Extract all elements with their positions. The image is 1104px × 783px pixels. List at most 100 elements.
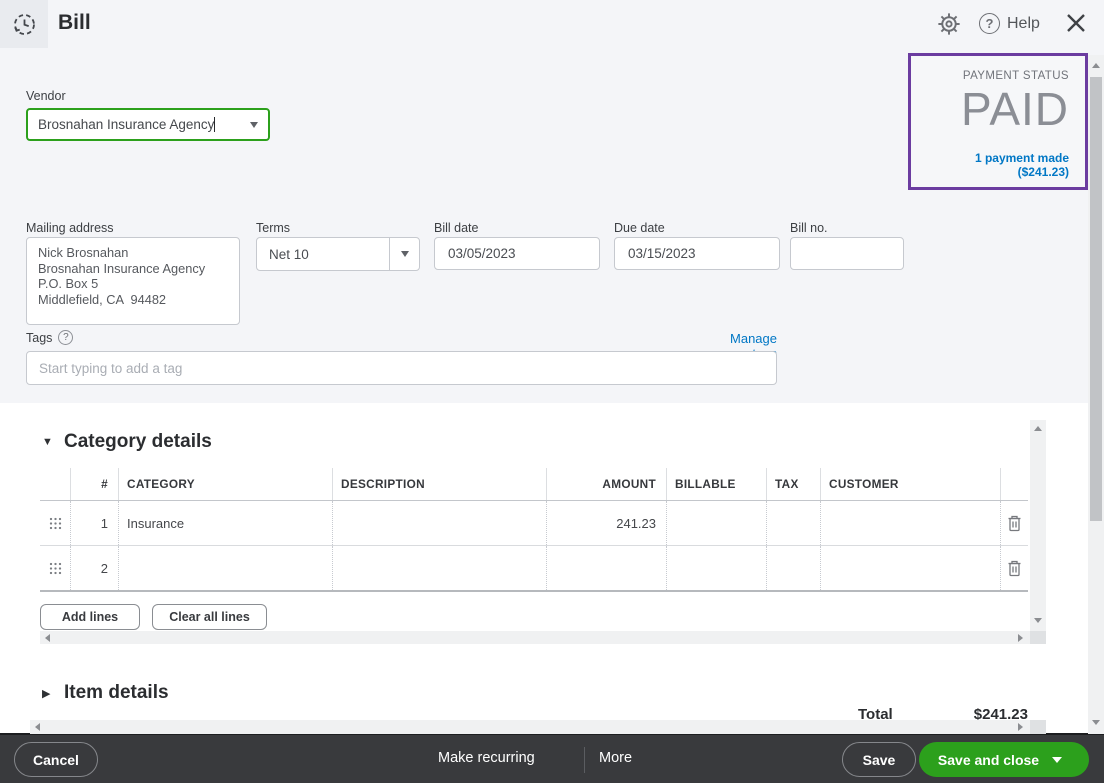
help-label: Help: [1007, 15, 1040, 33]
scroll-up-icon: [1092, 63, 1100, 68]
table-row: 1 Insurance 241.23: [40, 501, 1028, 546]
column-header-category: CATEGORY: [118, 468, 332, 500]
footer-bar: Cancel Make recurring More Save Save and…: [0, 733, 1104, 783]
amount-cell[interactable]: 241.23: [546, 501, 666, 545]
terms-label: Terms: [256, 221, 290, 235]
billable-cell[interactable]: [666, 501, 766, 545]
expand-triangle-icon[interactable]: ▶: [42, 687, 50, 700]
customer-cell[interactable]: [820, 501, 1000, 545]
chevron-down-icon: [250, 122, 258, 128]
vendor-dropdown-button[interactable]: [240, 110, 268, 139]
collapse-triangle-icon[interactable]: ▼: [42, 436, 53, 448]
vendor-input[interactable]: Brosnahan Insurance Agency: [26, 108, 270, 141]
scroll-left-icon: [35, 723, 40, 731]
save-and-close-button[interactable]: Save and close: [919, 742, 1089, 777]
category-cell[interactable]: Insurance: [118, 501, 332, 545]
cancel-button[interactable]: Cancel: [14, 742, 98, 777]
recent-transactions-button[interactable]: [0, 0, 48, 48]
add-lines-button[interactable]: Add lines: [40, 604, 140, 630]
tax-cell[interactable]: [766, 546, 820, 590]
due-date-input[interactable]: [614, 237, 780, 270]
drag-handle-icon: [49, 562, 62, 575]
terms-value: Net 10: [257, 247, 389, 262]
row-number: 1: [70, 501, 118, 545]
help-button[interactable]: ? Help: [979, 13, 1040, 34]
help-icon: ?: [979, 13, 1000, 34]
category-cell[interactable]: [118, 546, 332, 590]
item-details-title[interactable]: Item details: [64, 682, 169, 704]
save-and-close-label: Save and close: [938, 752, 1039, 768]
clear-all-lines-button[interactable]: Clear all lines: [152, 604, 267, 630]
close-icon: [1064, 11, 1088, 35]
drag-column-header: [40, 468, 70, 500]
scroll-down-icon: [1092, 720, 1100, 725]
bill-date-input[interactable]: [434, 237, 600, 270]
bill-drawer: Bill ? Help PAYMENT STATUS PAID 1 paymen…: [0, 0, 1104, 783]
close-button[interactable]: [1064, 11, 1088, 35]
scrollbar-corner: [1030, 631, 1046, 644]
scrollbar-corner: [1030, 720, 1046, 734]
page-title: Bill: [58, 11, 91, 35]
delete-row-button[interactable]: [1000, 546, 1028, 590]
settings-button[interactable]: [936, 11, 962, 37]
scroll-down-icon: [1034, 618, 1042, 623]
column-header-tax: TAX: [766, 468, 820, 500]
chevron-down-icon: [1052, 757, 1062, 763]
payments-made-link[interactable]: 1 payment made ($241.23): [927, 151, 1069, 179]
more-button[interactable]: More: [599, 750, 632, 766]
column-header-customer: CUSTOMER: [820, 468, 1000, 500]
table-vertical-scrollbar[interactable]: [1030, 420, 1046, 631]
tax-cell[interactable]: [766, 501, 820, 545]
description-cell[interactable]: [332, 501, 546, 545]
table-horizontal-scrollbar[interactable]: [40, 631, 1030, 644]
scroll-right-icon: [1018, 723, 1023, 731]
column-header-num: #: [70, 468, 118, 500]
page-horizontal-scrollbar[interactable]: [30, 720, 1030, 734]
bill-date-label: Bill date: [434, 221, 478, 235]
bill-no-input[interactable]: [790, 237, 904, 270]
drag-handle[interactable]: [40, 546, 70, 590]
payment-status-value: PAID: [927, 83, 1069, 136]
mailing-address-label: Mailing address: [26, 221, 114, 235]
tags-help-icon[interactable]: ?: [58, 330, 73, 345]
vendor-label: Vendor: [26, 89, 66, 103]
mailing-address-field[interactable]: Nick Brosnahan Brosnahan Insurance Agenc…: [26, 237, 240, 325]
make-recurring-button[interactable]: Make recurring: [438, 750, 535, 766]
payment-status-label: PAYMENT STATUS: [927, 70, 1069, 82]
text-cursor: [214, 117, 215, 132]
tags-input[interactable]: [26, 351, 777, 385]
table-row: 2: [40, 546, 1028, 592]
description-cell[interactable]: [332, 546, 546, 590]
bill-no-label: Bill no.: [790, 221, 828, 235]
scrollbar-thumb[interactable]: [1090, 77, 1102, 521]
trash-icon: [1007, 515, 1022, 532]
scroll-right-icon: [1018, 634, 1023, 642]
page-vertical-scrollbar[interactable]: [1088, 55, 1104, 734]
category-details-table: # CATEGORY DESCRIPTION AMOUNT BILLABLE T…: [40, 468, 1028, 592]
save-button[interactable]: Save: [842, 742, 916, 777]
vendor-value: Brosnahan Insurance Agency: [38, 117, 214, 132]
payment-status-box: PAYMENT STATUS PAID 1 payment made ($241…: [908, 53, 1088, 190]
terms-dropdown-button[interactable]: [389, 238, 419, 270]
history-clock-icon: [11, 11, 38, 38]
column-header-billable: BILLABLE: [666, 468, 766, 500]
due-date-label: Due date: [614, 221, 665, 235]
billable-cell[interactable]: [666, 546, 766, 590]
drag-handle-icon: [49, 517, 62, 530]
chevron-down-icon: [401, 251, 409, 257]
amount-cell[interactable]: [546, 546, 666, 590]
trash-column-header: [1000, 468, 1028, 500]
category-details-title[interactable]: Category details: [64, 431, 212, 453]
drag-handle[interactable]: [40, 501, 70, 545]
terms-select[interactable]: Net 10: [256, 237, 420, 271]
row-number: 2: [70, 546, 118, 590]
scroll-left-icon: [45, 634, 50, 642]
scroll-up-icon: [1034, 426, 1042, 431]
column-header-amount: AMOUNT: [546, 468, 666, 500]
customer-cell[interactable]: [820, 546, 1000, 590]
delete-row-button[interactable]: [1000, 501, 1028, 545]
table-header-row: # CATEGORY DESCRIPTION AMOUNT BILLABLE T…: [40, 468, 1028, 501]
footer-divider: [584, 747, 585, 773]
gear-icon: [936, 11, 962, 37]
tags-label: Tags: [26, 331, 52, 345]
